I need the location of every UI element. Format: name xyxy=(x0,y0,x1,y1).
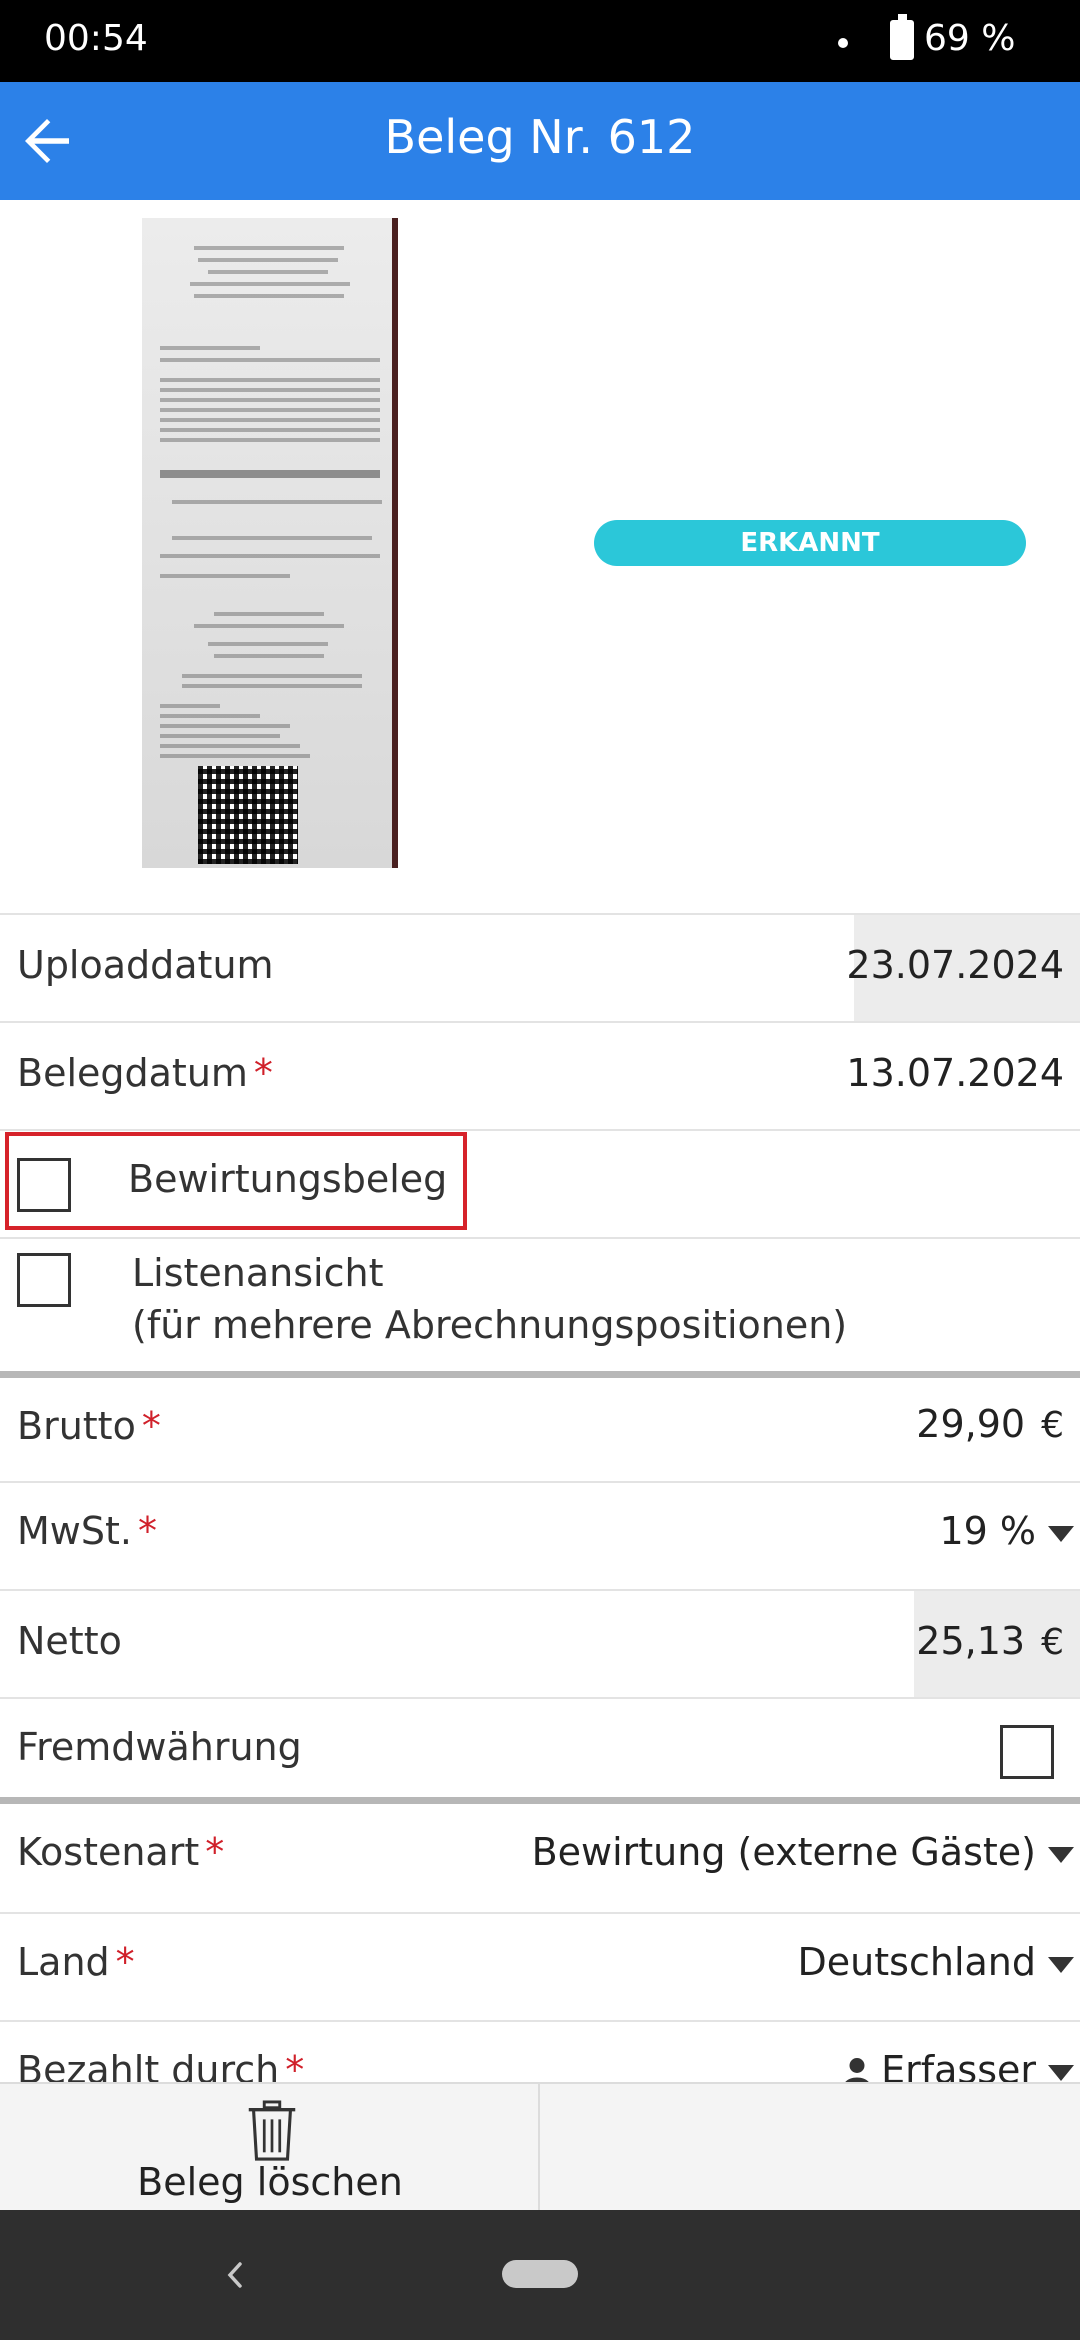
required-marker: * xyxy=(253,1051,273,1095)
country-label: Land * xyxy=(17,1940,135,1984)
delete-receipt-label: Beleg löschen xyxy=(137,2160,403,2204)
caret-down-icon xyxy=(1048,1846,1074,1863)
gross-value[interactable]: 29,90 € xyxy=(916,1402,1064,1446)
vat-dropdown[interactable]: 19 % xyxy=(939,1509,1074,1553)
upload-date-row: Uploaddatum 23.07.2024 xyxy=(0,913,1080,1021)
vat-label: MwSt. * xyxy=(17,1509,157,1553)
battery-icon xyxy=(890,14,914,60)
highlight-box xyxy=(5,1132,467,1230)
net-row: Netto 25,13 € xyxy=(0,1589,1080,1697)
system-nav-bar xyxy=(0,2210,1080,2340)
foreign-currency-checkbox[interactable] xyxy=(1000,1725,1054,1779)
receipt-image[interactable] xyxy=(142,218,398,868)
trash-icon xyxy=(248,2100,296,2161)
section-divider xyxy=(0,1797,1080,1804)
paid-by-dropdown[interactable]: Erfasser xyxy=(839,2048,1074,2082)
country-row[interactable]: Land * Deutschland xyxy=(0,1912,1080,2020)
list-view-sublabel: (für mehrere Abrechnungspositionen) xyxy=(132,1303,848,1347)
country-dropdown[interactable]: Deutschland xyxy=(798,1940,1074,1984)
cost-type-row[interactable]: Kostenart * Bewirtung (externe Gäste) xyxy=(0,1804,1080,1912)
notification-dot-icon xyxy=(838,38,848,48)
upload-date-value: 23.07.2024 xyxy=(846,943,1064,987)
delete-receipt-button[interactable]: Beleg löschen xyxy=(0,2084,538,2212)
person-icon xyxy=(844,2057,870,2082)
bottom-bar-divider xyxy=(538,2084,540,2212)
required-marker: * xyxy=(285,2048,305,2082)
upload-date-label: Uploaddatum xyxy=(17,943,274,987)
bottom-action-bar: Beleg löschen xyxy=(0,2082,1080,2212)
paid-by-label: Bezahlt durch * xyxy=(17,2048,304,2082)
receipt-date-row[interactable]: Belegdatum * 13.07.2024 xyxy=(0,1021,1080,1129)
section-divider xyxy=(0,1371,1080,1378)
caret-down-icon xyxy=(1048,1956,1074,1973)
nav-back-icon[interactable] xyxy=(222,2258,248,2292)
required-marker: * xyxy=(137,1509,157,1553)
cost-type-label: Kostenart * xyxy=(17,1830,225,1874)
list-view-checkbox[interactable] xyxy=(17,1253,71,1307)
gross-label: Brutto * xyxy=(17,1404,161,1448)
status-badge: ERKANNT xyxy=(594,520,1026,566)
status-time: 00:54 xyxy=(44,18,148,59)
gross-row[interactable]: Brutto * 29,90 € xyxy=(0,1378,1080,1481)
receipt-date-label: Belegdatum * xyxy=(17,1051,273,1095)
status-bar: 00:54 69 % xyxy=(0,0,1080,82)
required-marker: * xyxy=(205,1830,225,1874)
net-value: 25,13 € xyxy=(916,1619,1064,1663)
list-view-label: Listenansicht xyxy=(132,1251,384,1295)
home-pill-icon[interactable] xyxy=(502,2260,578,2288)
app-bar: Beleg Nr. 612 xyxy=(0,82,1080,200)
qr-code xyxy=(198,766,298,864)
vat-row[interactable]: MwSt. * 19 % xyxy=(0,1481,1080,1589)
cost-type-dropdown[interactable]: Bewirtung (externe Gäste) xyxy=(532,1830,1074,1874)
required-marker: * xyxy=(115,1940,135,1984)
caret-down-icon xyxy=(1048,2064,1074,2081)
net-label: Netto xyxy=(17,1619,122,1663)
foreign-currency-label: Fremdwährung xyxy=(17,1725,302,1769)
list-view-row[interactable]: Listenansicht (für mehrere Abrechnungspo… xyxy=(0,1237,1080,1371)
foreign-currency-row[interactable]: Fremdwährung xyxy=(0,1697,1080,1797)
receipt-date-value[interactable]: 13.07.2024 xyxy=(846,1051,1064,1095)
required-marker: * xyxy=(141,1404,161,1448)
paid-by-row[interactable]: Bezahlt durch * Erfasser xyxy=(0,2020,1080,2082)
battery-percent: 69 % xyxy=(924,18,1016,59)
page-title: Beleg Nr. 612 xyxy=(384,110,696,164)
caret-down-icon xyxy=(1048,1525,1074,1542)
